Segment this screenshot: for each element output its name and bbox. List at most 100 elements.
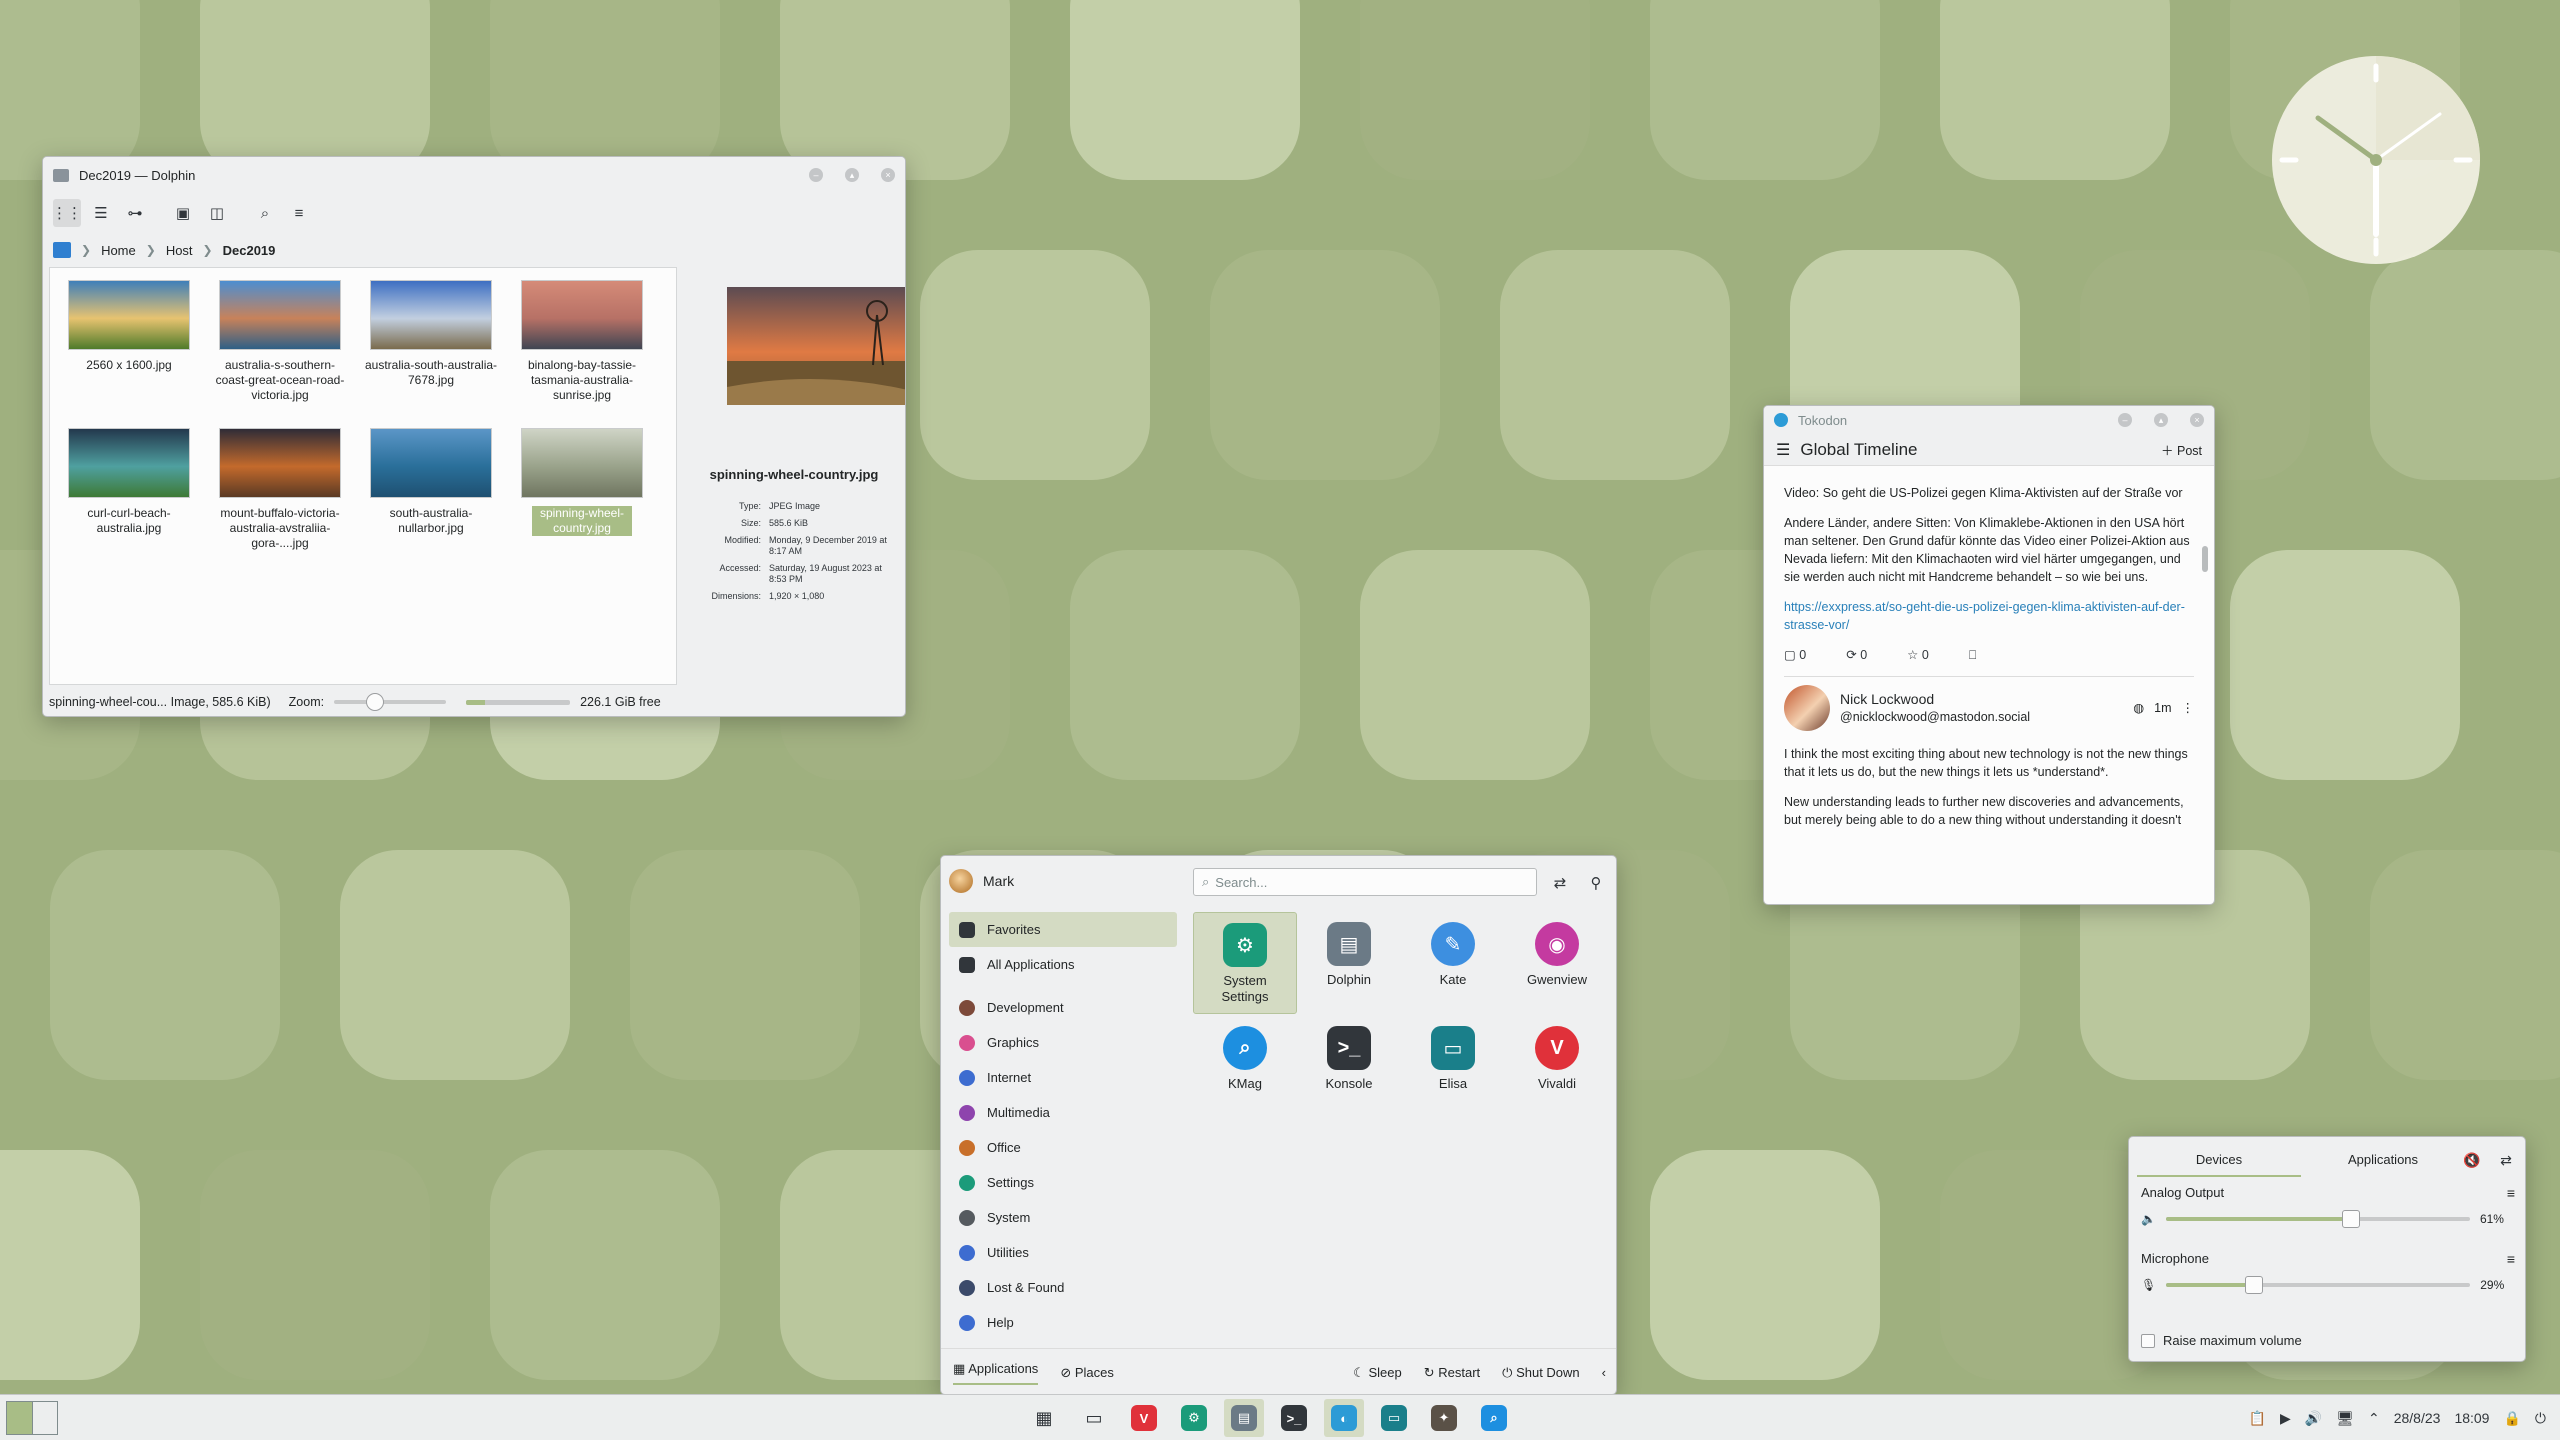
speaker-icon[interactable]: 🔈 <box>2141 1212 2156 1226</box>
file-item[interactable]: binalong-bay-tassie-tasmania-australia-s… <box>507 280 657 403</box>
raise-max-volume-option[interactable]: Raise maximum volume <box>2141 1333 2302 1348</box>
preview-button[interactable]: ▣ <box>169 199 197 227</box>
microphone-volume-slider[interactable] <box>2166 1276 2471 1294</box>
breadcrumb-home[interactable]: Home <box>101 243 136 258</box>
task-system-settings[interactable]: ⚙ <box>1174 1399 1214 1437</box>
app-dolphin[interactable]: ▤ Dolphin <box>1297 912 1401 1014</box>
file-item[interactable]: 2560 x 1600.jpg <box>54 280 204 373</box>
configure-button[interactable]: ⇄ <box>2495 1149 2517 1171</box>
hamburger-icon[interactable]: ☰ <box>1776 440 1790 460</box>
output-menu-button[interactable]: ≡ <box>2507 1185 2515 1201</box>
file-view[interactable]: 2560 x 1600.jpg australia-s-southern-coas… <box>49 267 677 685</box>
category-internet[interactable]: Internet <box>949 1060 1177 1095</box>
minimize-button[interactable]: – <box>809 168 823 182</box>
app-gwenview[interactable]: ◉ Gwenview <box>1505 912 1609 1014</box>
breadcrumb-host[interactable]: Host <box>166 243 193 258</box>
network-icon[interactable]: 🖥 <box>2336 1410 2354 1427</box>
task-desktop[interactable]: ▭ <box>1074 1399 1114 1437</box>
tab-places[interactable]: ⊘ Places <box>1060 1365 1114 1381</box>
lock-icon[interactable]: 🔒 <box>2503 1410 2520 1427</box>
microphone-icon[interactable]: 🎙 <box>2141 1278 2156 1292</box>
tab-applications[interactable]: ▦ Applications <box>953 1361 1039 1385</box>
minimize-button[interactable]: – <box>2118 413 2132 427</box>
category-system[interactable]: System <box>949 1200 1177 1235</box>
media-player-icon[interactable]: ▶ <box>2280 1410 2291 1427</box>
panel-time[interactable]: 18:09 <box>2454 1410 2489 1426</box>
audio-volume-applet[interactable]: Devices Applications 🔇 ⇄ Analog Output ≡… <box>2128 1136 2526 1362</box>
restart-button[interactable]: ↻ Restart <box>1424 1365 1480 1381</box>
analog-clock-widget[interactable] <box>2270 54 2482 266</box>
category-help[interactable]: Help <box>949 1305 1177 1340</box>
category-development[interactable]: Development <box>949 990 1177 1025</box>
app-konsole[interactable]: >_ Konsole <box>1297 1016 1401 1118</box>
reply-button[interactable]: ▢ 0 <box>1784 646 1806 664</box>
expand-tray-icon[interactable]: ⌃ <box>2368 1410 2380 1427</box>
breadcrumb-current[interactable]: Dec2019 <box>223 243 276 258</box>
virtual-desktop-pager[interactable] <box>6 1401 58 1435</box>
timeline-feed[interactable]: Video: So geht die US-Polizei gegen Klim… <box>1784 484 2194 829</box>
favourite-button[interactable]: ☆ 0 <box>1907 646 1929 664</box>
search-button[interactable]: ⌕ <box>251 199 279 227</box>
task-gimp[interactable]: ✦ <box>1424 1399 1464 1437</box>
shutdown-button[interactable]: ⏻ Shut Down <box>1502 1365 1580 1381</box>
category-settings[interactable]: Settings <box>949 1165 1177 1200</box>
file-item[interactable]: australia-south-australia-7678.jpg <box>356 280 506 388</box>
avatar[interactable] <box>949 869 973 893</box>
microphone-volume-handle[interactable] <box>2245 1276 2264 1294</box>
icons-view-button[interactable]: ⋮⋮ <box>52 199 82 227</box>
dolphin-titlebar[interactable]: Dec2019 — Dolphin – ▴ × <box>43 157 905 193</box>
file-item[interactable]: australia-s-southern-coast-great-ocean-r… <box>205 280 355 403</box>
maximize-button[interactable]: ▴ <box>2154 413 2168 427</box>
panel-date[interactable]: 28/8/23 <box>2394 1410 2441 1426</box>
leave-button[interactable]: ‹ <box>1602 1365 1606 1380</box>
task-kmag[interactable]: ⌕ <box>1474 1399 1514 1437</box>
category-office[interactable]: Office <box>949 1130 1177 1165</box>
tokodon-titlebar[interactable]: Tokodon – ▴ × <box>1764 406 2214 434</box>
task-overview[interactable]: ▦ <box>1024 1399 1064 1437</box>
clipboard-icon[interactable]: 📋 <box>2249 1410 2266 1427</box>
zoom-slider[interactable] <box>334 693 447 711</box>
details-view-button[interactable]: ☰ <box>87 199 115 227</box>
category-graphics[interactable]: Graphics <box>949 1025 1177 1060</box>
category-all-applications[interactable]: All Applications <box>949 947 1177 982</box>
output-volume-handle[interactable] <box>2342 1210 2361 1228</box>
post-button[interactable]: ＋ Post <box>2161 440 2202 459</box>
file-item[interactable]: south-australia-nullarbor.jpg <box>356 428 506 536</box>
file-item[interactable]: spinning-wheel-country.jpg <box>507 428 657 536</box>
task-tokodon[interactable]: ◐ <box>1324 1399 1364 1437</box>
app-elisa[interactable]: ▭ Elisa <box>1401 1016 1505 1118</box>
task-elisa[interactable]: ▭ <box>1374 1399 1414 1437</box>
task-dolphin[interactable]: ▤ <box>1224 1399 1264 1437</box>
task-konsole[interactable]: >_ <box>1274 1399 1314 1437</box>
raise-max-volume-checkbox[interactable] <box>2141 1333 2155 1348</box>
menu-button[interactable]: ≡ <box>285 199 313 227</box>
more-options-button[interactable]: ⋮ <box>2182 699 2195 717</box>
volume-icon[interactable]: 🔊 <box>2305 1410 2322 1427</box>
tab-applications[interactable]: Applications <box>2301 1147 2465 1177</box>
dolphin-window[interactable]: Dec2019 — Dolphin – ▴ × ⋮⋮ ☰ ⊶ ▣ ◫ ⌕ ≡ ❯… <box>42 156 906 717</box>
configure-button[interactable]: ⇄ <box>1547 870 1573 896</box>
tab-devices[interactable]: Devices <box>2137 1147 2301 1177</box>
power-icon[interactable]: ⏻ <box>2535 1410 2546 1427</box>
category-lost-found[interactable]: Lost & Found <box>949 1270 1177 1305</box>
category-utilities[interactable]: Utilities <box>949 1235 1177 1270</box>
application-launcher[interactable]: Mark ⌕ Search... ⇄ ⚲ Favorites All Applic… <box>940 855 1617 1395</box>
output-volume-slider[interactable] <box>2165 1210 2470 1228</box>
app-kmag[interactable]: ⌕ KMag <box>1193 1016 1297 1118</box>
task-vivaldi[interactable]: V <box>1124 1399 1164 1437</box>
bookmark-button[interactable]: ⎕ <box>1969 646 1977 664</box>
file-item[interactable]: mount-buffalo-victoria-australia-avstral… <box>205 428 355 551</box>
mute-all-button[interactable]: 🔇 <box>2461 1149 2483 1171</box>
maximize-button[interactable]: ▴ <box>845 168 859 182</box>
avatar[interactable] <box>1784 685 1830 731</box>
scrollbar[interactable] <box>2202 546 2208 572</box>
split-button[interactable]: ◫ <box>203 199 231 227</box>
app-vivaldi[interactable]: V Vivaldi <box>1505 1016 1609 1118</box>
category-multimedia[interactable]: Multimedia <box>949 1095 1177 1130</box>
search-input[interactable]: ⌕ Search... <box>1193 868 1537 896</box>
category-favorites[interactable]: Favorites <box>949 912 1177 947</box>
close-button[interactable]: × <box>881 168 895 182</box>
tokodon-window[interactable]: Tokodon – ▴ × ☰ Global Timeline ＋ Post V… <box>1763 405 2215 905</box>
app-system-settings[interactable]: ⚙ System Settings <box>1193 912 1297 1014</box>
pin-button[interactable]: ⚲ <box>1583 870 1609 896</box>
